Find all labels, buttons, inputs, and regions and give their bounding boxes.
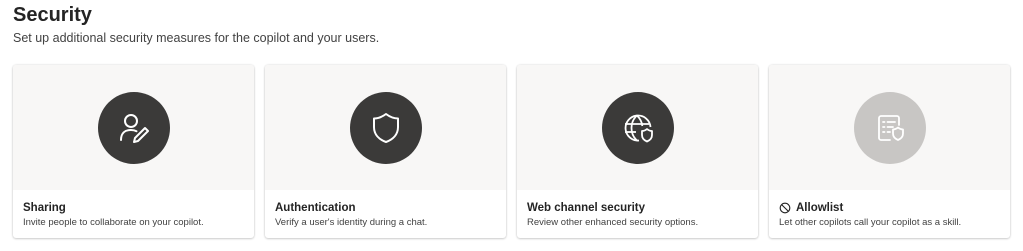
web-channel-security-card[interactable]: Web channel security Review other enhanc…	[517, 65, 758, 238]
card-title-text: Sharing	[23, 202, 66, 214]
card-title: Authentication	[275, 202, 496, 214]
card-title: Allowlist	[779, 202, 1000, 214]
card-title: Sharing	[23, 202, 244, 214]
card-body: Allowlist Let other copilots call your c…	[769, 190, 1010, 228]
security-page: Security Set up additional security meas…	[0, 0, 1023, 251]
card-title: Web channel security	[527, 202, 748, 214]
card-hero	[265, 65, 506, 190]
prohibited-icon	[779, 202, 791, 214]
card-description: Let other copilots call your copilot as …	[779, 217, 962, 228]
icon-circle	[349, 91, 422, 164]
card-body: Sharing Invite people to collaborate on …	[13, 190, 254, 228]
card-hero	[769, 65, 1010, 190]
allowlist-card[interactable]: Allowlist Let other copilots call your c…	[769, 65, 1010, 238]
sharing-card[interactable]: Sharing Invite people to collaborate on …	[13, 65, 254, 238]
authentication-card[interactable]: Authentication Verify a user's identity …	[265, 65, 506, 238]
card-description: Verify a user's identity during a chat.	[275, 217, 428, 228]
card-description: Invite people to collaborate on your cop…	[23, 217, 204, 228]
card-description: Review other enhanced security options.	[527, 217, 699, 228]
icon-circle	[97, 91, 170, 164]
card-body: Authentication Verify a user's identity …	[265, 190, 506, 228]
security-cards: Sharing Invite people to collaborate on …	[13, 65, 1010, 238]
page-subtitle: Set up additional security measures for …	[13, 31, 380, 45]
card-title-text: Allowlist	[796, 202, 844, 214]
page-title: Security	[13, 4, 92, 26]
card-title-text: Authentication	[275, 202, 356, 214]
document-shield-icon	[877, 114, 904, 141]
card-title-text: Web channel security	[527, 202, 646, 214]
card-hero	[517, 65, 758, 190]
icon-circle	[601, 91, 674, 164]
shield-icon	[372, 112, 399, 143]
icon-circle	[853, 91, 926, 164]
globe-shield-icon	[624, 114, 653, 142]
card-body: Web channel security Review other enhanc…	[517, 190, 758, 228]
person-edit-icon	[119, 113, 149, 143]
card-hero	[13, 65, 254, 190]
